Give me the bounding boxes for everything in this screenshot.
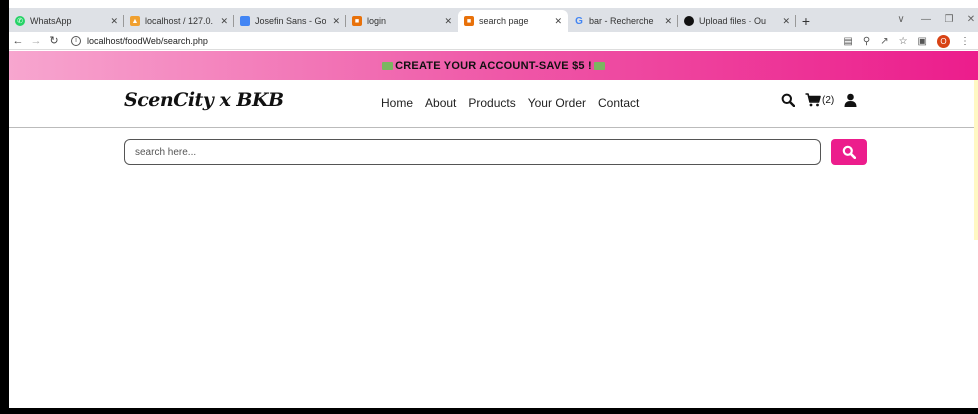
user-icon[interactable]	[844, 93, 857, 107]
info-icon[interactable]: i	[71, 35, 81, 46]
nav-about[interactable]: About	[425, 96, 456, 110]
browser-window: ✆ WhatsApp ✕ ▲ localhost / 127.0. ✕ Jose…	[0, 0, 978, 414]
close-icon[interactable]: ✕	[664, 16, 672, 27]
search-button[interactable]	[831, 139, 867, 165]
new-tab-button[interactable]: +	[796, 10, 816, 32]
tab-login[interactable]: ■ login ✕	[346, 10, 458, 32]
side-panel-icon[interactable]: ▣	[918, 36, 927, 47]
tab-bar-recherche[interactable]: G bar - Recherche ✕	[568, 10, 678, 32]
translate-icon[interactable]: ▤	[843, 36, 852, 47]
bookmark-star-icon[interactable]: ☆	[899, 36, 908, 47]
tab-josefin-sans[interactable]: Josefin Sans - Go ✕	[234, 10, 346, 32]
nav-home[interactable]: Home	[381, 96, 413, 110]
money-icon	[382, 61, 394, 70]
promo-text: CREATE YOUR ACCOUNT-SAVE $5 !	[395, 59, 592, 72]
phpmyadmin-icon: ▲	[130, 16, 140, 26]
whatsapp-icon: ✆	[15, 16, 25, 26]
tab-label: localhost / 127.0.	[145, 16, 214, 26]
close-icon[interactable]: ✕	[110, 16, 118, 27]
minimize-icon[interactable]: —	[914, 8, 938, 30]
close-window-icon[interactable]: ✕	[959, 8, 978, 30]
page-icon: ■	[352, 16, 362, 26]
page-edge	[974, 80, 978, 240]
tab-separator	[795, 15, 796, 27]
cart-button[interactable]: (2)	[805, 93, 834, 107]
zoom-icon[interactable]: ⚲	[863, 36, 870, 47]
main-nav: Home About Products Your Order Contact	[381, 96, 639, 110]
close-icon[interactable]: ✕	[332, 16, 340, 27]
url-field[interactable]: i localhost/foodWeb/search.php	[71, 35, 208, 46]
reload-icon[interactable]: ↻	[45, 33, 63, 49]
tab-upload-files[interactable]: Upload files · Ou ✕	[678, 10, 796, 32]
header-icons: (2)	[781, 93, 857, 107]
money-icon	[593, 61, 605, 70]
tab-label: Josefin Sans - Go	[255, 16, 327, 26]
google-fonts-icon	[240, 16, 250, 26]
close-icon[interactable]: ✕	[444, 16, 452, 27]
window-border-left	[0, 0, 9, 414]
cart-icon	[805, 93, 821, 107]
nav-products[interactable]: Products	[468, 96, 515, 110]
close-icon[interactable]: ✕	[554, 16, 562, 27]
back-icon[interactable]: ←	[9, 33, 27, 49]
cart-count: (2)	[822, 94, 835, 106]
url-text: localhost/foodWeb/search.php	[87, 35, 208, 46]
share-icon[interactable]: ↗	[880, 36, 888, 47]
tab-label: search page	[479, 16, 529, 26]
menu-dots-icon[interactable]: ⋮	[960, 36, 970, 47]
site-logo[interactable]: ScenCity x BKB	[124, 89, 284, 111]
tab-search-page[interactable]: ■ search page ✕	[458, 10, 568, 32]
tab-label: Upload files · Ou	[699, 16, 767, 26]
close-icon[interactable]: ✕	[220, 16, 228, 27]
google-icon: G	[575, 15, 583, 27]
search-icon[interactable]	[781, 93, 795, 107]
tab-bar: ✆ WhatsApp ✕ ▲ localhost / 127.0. ✕ Jose…	[9, 8, 978, 32]
close-icon[interactable]: ✕	[782, 16, 790, 27]
tab-label: login	[367, 16, 387, 26]
tab-whatsapp[interactable]: ✆ WhatsApp ✕	[9, 10, 124, 32]
nav-contact[interactable]: Contact	[598, 96, 639, 110]
tab-localhost[interactable]: ▲ localhost / 127.0. ✕	[124, 10, 234, 32]
maximize-icon[interactable]: ❐	[937, 8, 961, 30]
tab-search-chevron-icon[interactable]: ∨	[889, 8, 913, 30]
forward-icon[interactable]: →	[27, 33, 45, 49]
promo-banner: CREATE YOUR ACCOUNT-SAVE $5 !	[9, 51, 978, 80]
page-icon: ■	[464, 16, 474, 26]
address-bar: ← → ↻ i localhost/foodWeb/search.php ▤ ⚲…	[9, 32, 978, 50]
site-header: ScenCity x BKB Home About Products Your …	[9, 80, 978, 128]
nav-your-order[interactable]: Your Order	[528, 96, 586, 110]
profile-avatar[interactable]: O	[937, 34, 950, 48]
tab-label: bar - Recherche	[589, 16, 654, 26]
address-bar-actions: ▤ ⚲ ↗ ☆ ▣ O ⋮	[843, 32, 970, 50]
github-icon	[684, 16, 694, 26]
window-border-bottom	[0, 408, 978, 414]
search-input[interactable]	[124, 139, 821, 165]
search-icon	[842, 145, 856, 159]
tab-label: WhatsApp	[30, 16, 72, 26]
